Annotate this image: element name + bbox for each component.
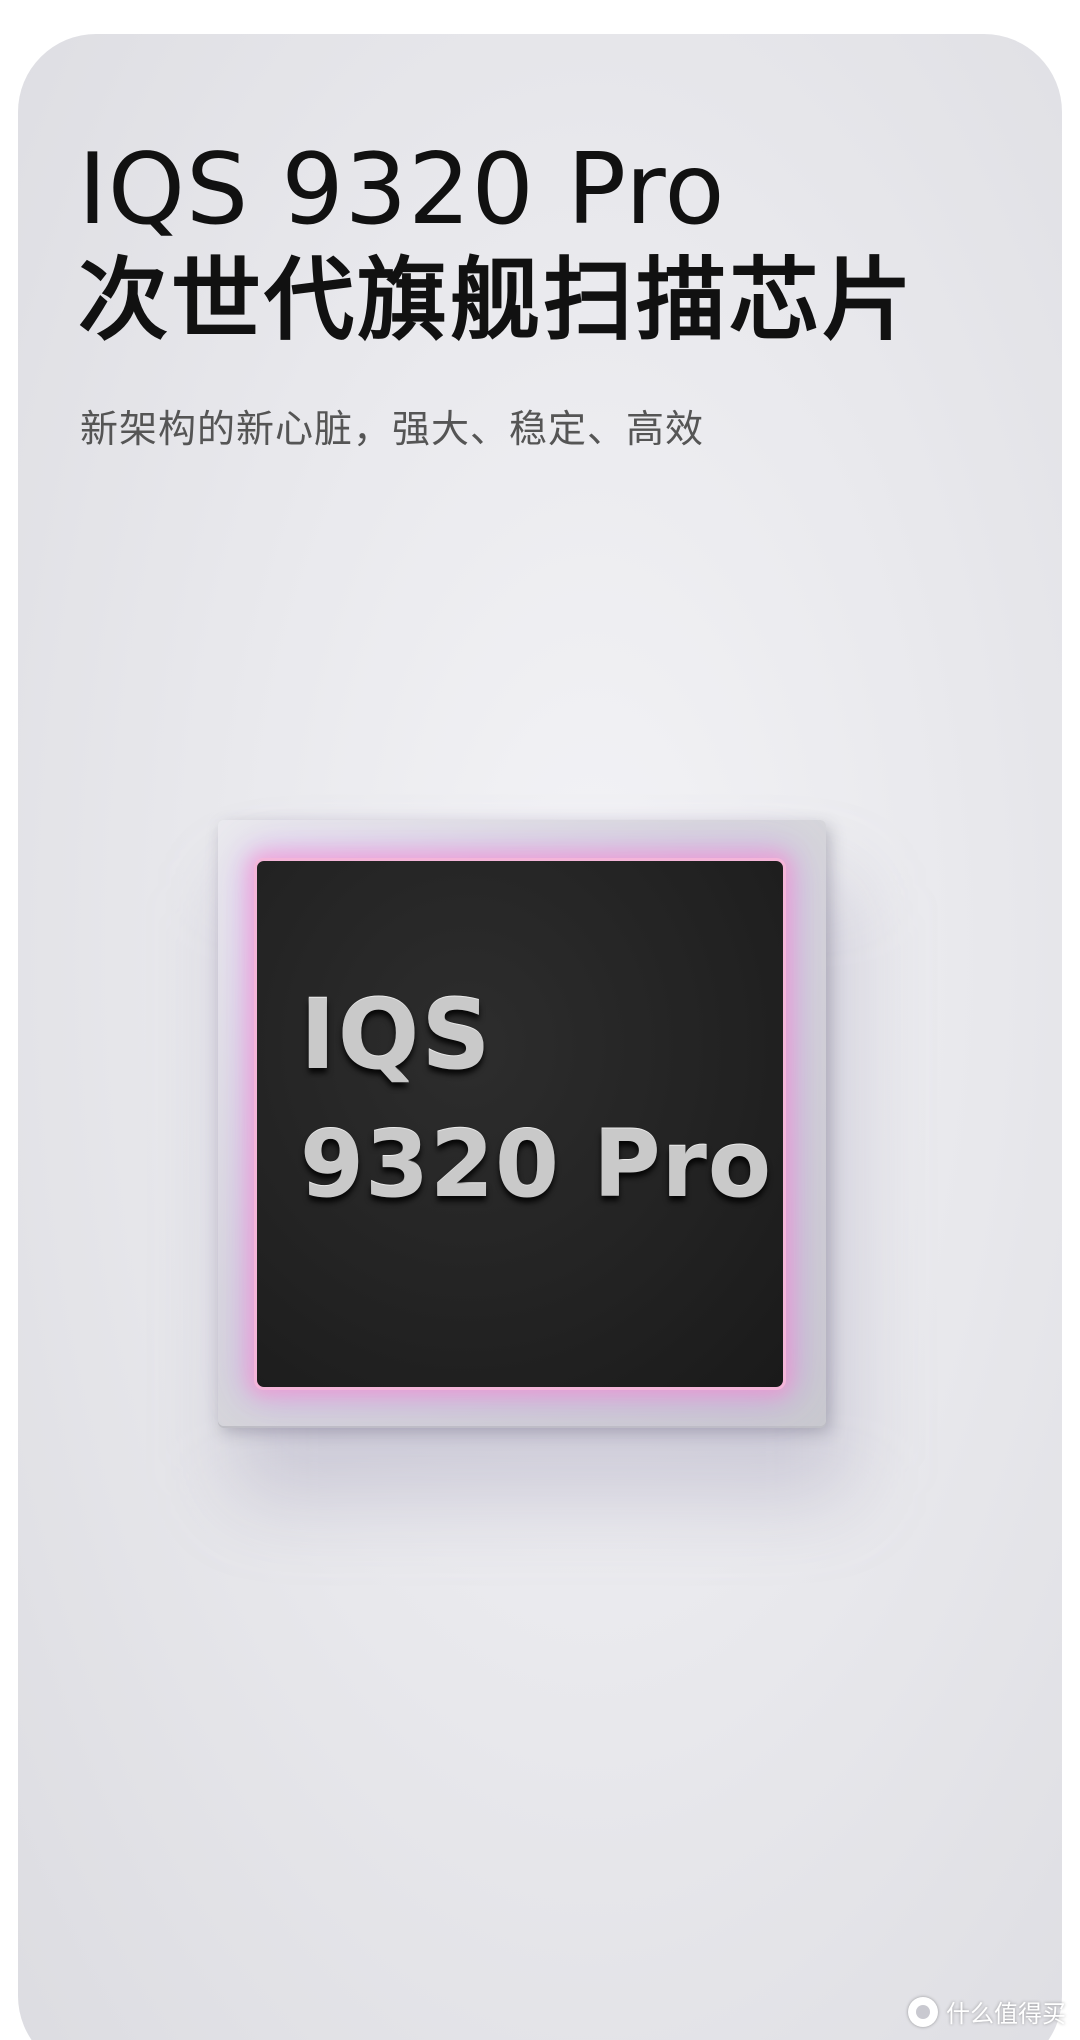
product-subtitle: 新架构的新心脏，强大、稳定、高效 bbox=[80, 407, 705, 451]
product-tagline: 次世代旗舰扫描芯片 bbox=[78, 248, 915, 353]
product-name: IQS 9320 Pro bbox=[78, 133, 726, 247]
watermark-text: 什么值得买 bbox=[946, 2000, 1066, 2028]
chip-label: IQS 9320 Pro bbox=[300, 970, 772, 1230]
watermark: 什么值得买 bbox=[908, 1994, 1066, 2029]
page-title: IQS 9320 Pro 次世代旗舰扫描芯片 bbox=[78, 134, 915, 356]
chip-label-brand: IQS bbox=[300, 979, 493, 1091]
chip-label-model: 9320 Pro bbox=[300, 1111, 773, 1218]
page: IQS 9320 Pro 次世代旗舰扫描芯片 新架构的新心脏，强大、稳定、高效 … bbox=[0, 0, 1080, 2040]
zhidemai-logo-icon bbox=[908, 1996, 938, 2027]
